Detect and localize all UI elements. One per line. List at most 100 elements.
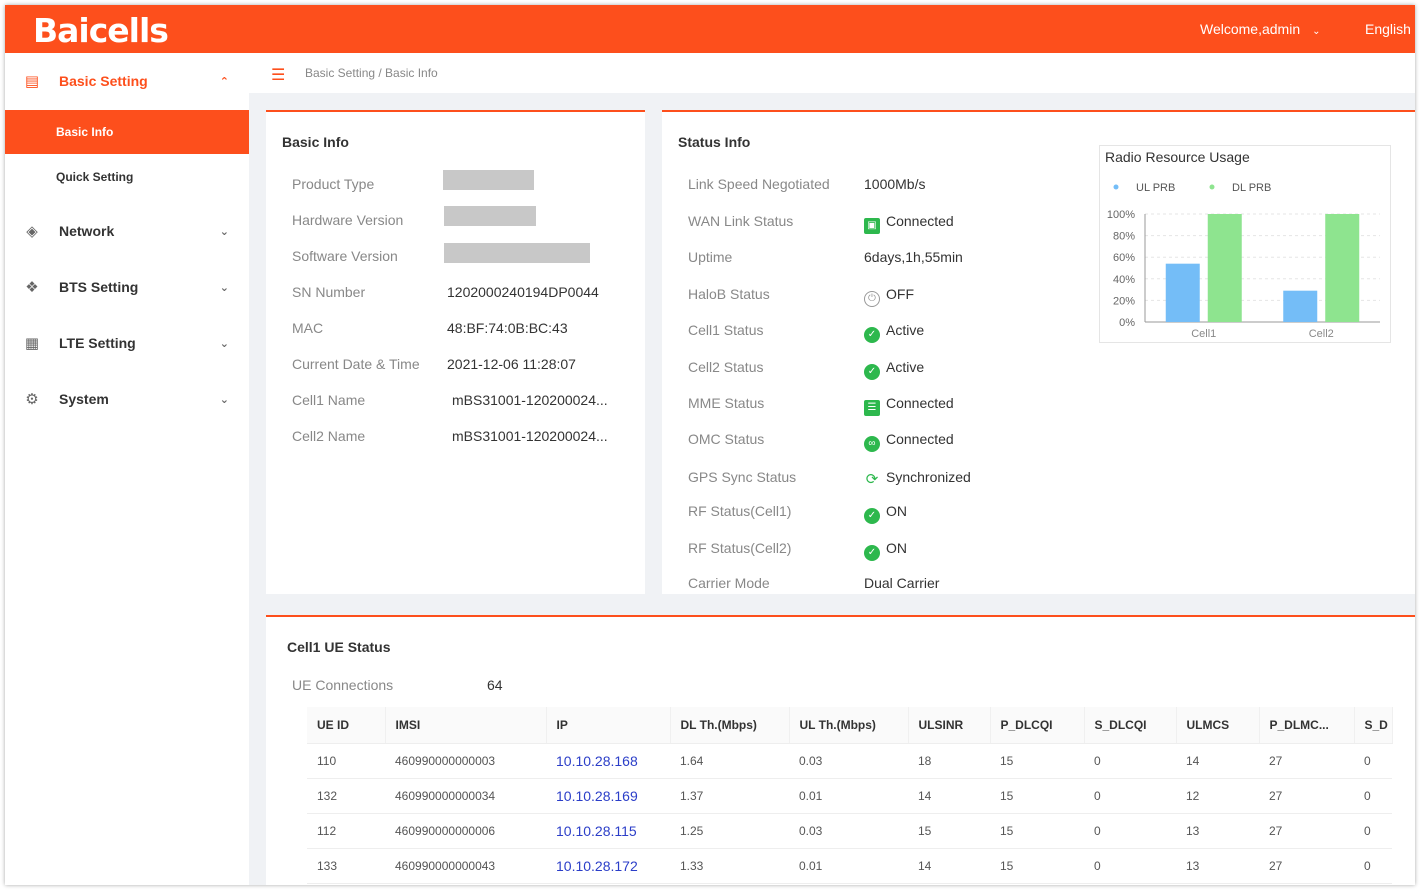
field-label: Carrier Mode (688, 575, 770, 591)
legend-marker (1113, 184, 1119, 190)
sidebar-item-quick-setting[interactable]: Quick Setting (5, 155, 249, 199)
legend-marker (1209, 184, 1215, 190)
status-value-text: Active (886, 359, 925, 375)
ue-table: UE ID IMSI IP DL Th.(Mbps) UL Th.(Mbps) ULSIN… (307, 707, 1393, 884)
table-cell: 460990000000006 (385, 813, 546, 849)
table-cell: 14 (908, 778, 990, 814)
sidebar-item-network[interactable]: ◈ Network ⌄ (5, 207, 249, 255)
ip-link[interactable]: 10.10.28.168 (546, 743, 670, 779)
menu-fold-icon[interactable]: ☰ (271, 65, 285, 85)
legend-label: UL PRB (1136, 182, 1175, 194)
ip-link[interactable]: 10.10.28.169 (546, 778, 670, 814)
chevron-down-icon: ⌄ (219, 393, 229, 406)
column-header[interactable]: P_DLCQI (990, 707, 1085, 744)
globe-icon: ◈ (26, 223, 38, 240)
breadcrumb: Basic Setting / Basic Info (305, 66, 438, 80)
field-label: Software Version (292, 248, 398, 264)
field-value: 1202000240194DP0044 (447, 284, 599, 300)
table-cell: 110 (307, 743, 385, 779)
link-icon: ∞ (864, 436, 880, 452)
status-value: ∞ Connected (864, 431, 954, 452)
column-header[interactable]: S_DLCQI (1084, 707, 1177, 744)
table-cell: 0 (1084, 743, 1176, 779)
column-header[interactable]: IP (546, 707, 671, 744)
table-row: 133 460990000000043 10.10.28.172 1.33 0.01 14… (307, 848, 1392, 884)
table-cell: 15 (990, 813, 1084, 849)
sidebar-item-label: Network (59, 223, 115, 239)
card-title: Basic Info (282, 134, 349, 150)
basic-info-card: Basic Info Product Type Hardware Version S… (266, 110, 645, 594)
column-header[interactable]: DL Th.(Mbps) (670, 707, 790, 744)
sidebar-item-system[interactable]: ⚙ System ⌄ (5, 375, 249, 423)
power-off-icon: ⏻ (864, 291, 880, 307)
table-cell: 1.37 (670, 778, 789, 814)
sidebar-item-bts-setting[interactable]: ❖ BTS Setting ⌄ (5, 263, 249, 311)
field-label: Current Date & Time (292, 356, 420, 372)
y-tick-label: 20% (1113, 295, 1135, 307)
field-label: Uptime (688, 249, 733, 265)
table-cell: 0 (1084, 813, 1176, 849)
table-cell: 0.03 (789, 743, 908, 779)
column-header[interactable]: IMSI (385, 707, 547, 744)
status-value: ✓ Active (864, 359, 924, 380)
rf-on-icon: ✓ (864, 545, 880, 561)
ue-connections-value: 64 (487, 677, 503, 693)
column-header[interactable]: ULSINR (908, 707, 991, 744)
table-cell: 27 (1259, 743, 1354, 779)
sidebar-item-basic-setting[interactable]: ▤ Basic Setting ⌃ (5, 57, 249, 105)
status-value-text: Connected (886, 395, 954, 411)
field-label: SN Number (292, 284, 366, 300)
lte-icon: ▦ (24, 335, 40, 352)
baicells-logo: Baicells (33, 11, 169, 50)
table-cell: 13 (1176, 848, 1259, 884)
column-header[interactable]: UE ID (307, 707, 386, 744)
column-header[interactable]: P_DLMC... (1259, 707, 1355, 744)
field-label: RF Status(Cell1) (688, 503, 792, 519)
table-cell: 15 (990, 848, 1084, 884)
table-cell: 133 (307, 848, 385, 884)
sidebar: ▤ Basic Setting ⌃ Basic Info Quick Setti… (5, 53, 249, 885)
field-label: Link Speed Negotiated (688, 176, 830, 192)
sidebar-item-lte-setting[interactable]: ▦ LTE Setting ⌄ (5, 319, 249, 367)
table-row: 110 460990000000003 10.10.28.168 1.64 0.03 18… (307, 743, 1392, 779)
status-value-text: 6days,1h,55min (864, 249, 963, 265)
status-value: ☰ Connected (864, 395, 954, 416)
table-row: 112 460990000000006 10.10.28.115 1.25 0.03 15… (307, 813, 1392, 849)
table-row: 132 460990000000034 10.10.28.169 1.37 0.01 14… (307, 778, 1392, 814)
table-cell: 1.64 (670, 743, 789, 779)
column-header[interactable]: S_D (1354, 707, 1393, 744)
status-value-text: ON (886, 503, 907, 519)
field-label: RF Status(Cell2) (688, 540, 792, 556)
status-value: ⏻ OFF (864, 286, 914, 307)
sidebar-item-basic-info[interactable]: Basic Info (5, 110, 249, 154)
bar-ul-prb-cell2 (1283, 290, 1318, 322)
status-value-text: ON (886, 540, 907, 556)
field-label: GPS Sync Status (688, 469, 797, 485)
table-cell: 1.25 (670, 813, 789, 849)
sidebar-item-label: BTS Setting (59, 279, 139, 295)
monitor-icon: ▣ (864, 218, 880, 234)
ip-link[interactable]: 10.10.28.172 (546, 848, 670, 884)
table-cell: 0 (1354, 778, 1392, 814)
ip-link[interactable]: 10.10.28.115 (546, 813, 670, 849)
table-cell: 460990000000043 (385, 848, 546, 884)
status-value-text: Active (886, 322, 925, 338)
radio-resource-chart-svg: Radio Resource Usage UL PRB DL PRB 0% 20% 40%… (1105, 149, 1380, 340)
welcome-label: Welcome,admin (1200, 21, 1301, 37)
column-header[interactable]: ULMCS (1176, 707, 1260, 744)
user-menu[interactable]: Welcome,admin ⌄ (1200, 21, 1321, 37)
table-cell: 0.01 (789, 848, 908, 884)
server-icon: ☰ (864, 400, 880, 416)
table-cell: 13 (1176, 813, 1259, 849)
field-label: Product Type (292, 176, 375, 192)
table-cell: 12 (1176, 778, 1259, 814)
chevron-down-icon: ⌄ (219, 281, 229, 294)
redacted-value (444, 206, 536, 226)
sidebar-item-label: LTE Setting (59, 335, 136, 351)
language-selector[interactable]: English (1365, 21, 1411, 37)
column-header[interactable]: UL Th.(Mbps) (789, 707, 909, 744)
table-cell: 0 (1354, 813, 1392, 849)
cell-active-icon: ✓ (864, 364, 880, 380)
bar-ul-prb-cell1 (1165, 263, 1200, 322)
field-label: Cell2 Name (292, 428, 366, 444)
